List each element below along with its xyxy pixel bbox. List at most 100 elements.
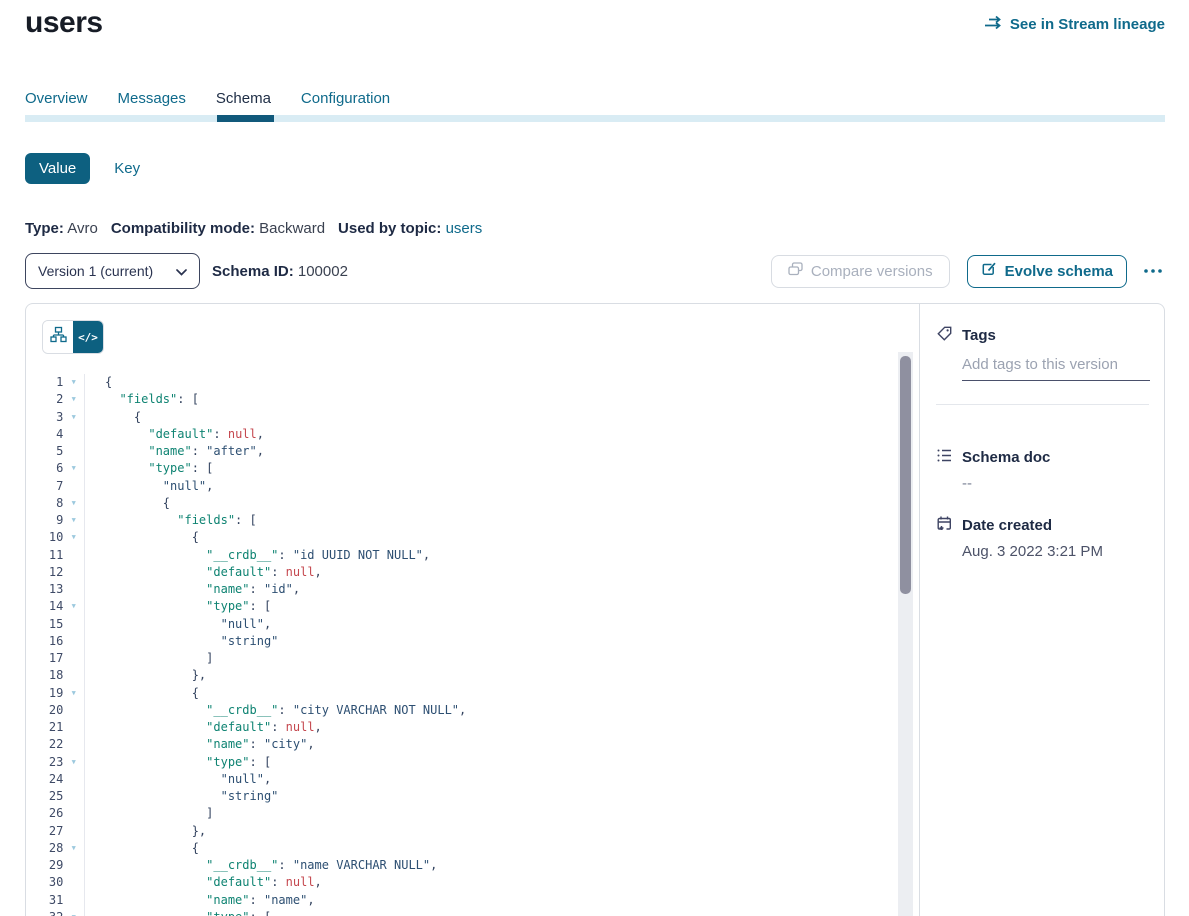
tab-configuration[interactable]: Configuration: [301, 90, 390, 107]
fold-spacer: [63, 874, 84, 891]
fold-toggle-icon[interactable]: ▼: [63, 374, 84, 391]
schema-doc-section-header: Schema doc: [936, 447, 1050, 468]
code-line: 28▼ {: [26, 840, 904, 857]
fold-spacer: [63, 547, 84, 564]
key-tab-link[interactable]: Key: [114, 160, 140, 177]
line-number: 3: [26, 409, 63, 426]
stream-lineage-label: See in Stream lineage: [1010, 16, 1165, 33]
line-number: 25: [26, 788, 63, 805]
value-tab-button[interactable]: Value: [25, 153, 90, 184]
code-line: 8▼ {: [26, 495, 904, 512]
schema-controls-row: Version 1 (current) Schema ID: 100002 Co…: [25, 253, 1165, 289]
stream-lineage-link[interactable]: See in Stream lineage: [984, 15, 1165, 34]
fold-toggle-icon[interactable]: ▼: [63, 409, 84, 426]
type-value: Avro: [67, 220, 98, 237]
code-text: {: [85, 409, 141, 426]
used-by-topic-link[interactable]: users: [446, 220, 483, 237]
gutter: 31: [26, 892, 85, 909]
fold-spacer: [63, 478, 84, 495]
code-text: "default": null,: [85, 719, 322, 736]
line-number: 26: [26, 805, 63, 822]
code-text: },: [85, 667, 206, 684]
fold-toggle-icon[interactable]: ▼: [63, 909, 84, 916]
more-options-button[interactable]: [1141, 268, 1165, 274]
code-text: "name": "id",: [85, 581, 300, 598]
code-text: "null",: [85, 771, 271, 788]
code-text: "__crdb__": "id UUID NOT NULL",: [85, 547, 430, 564]
fold-toggle-icon[interactable]: ▼: [63, 529, 84, 546]
fold-toggle-icon[interactable]: ▼: [63, 460, 84, 477]
fold-toggle-icon[interactable]: ▼: [63, 840, 84, 857]
schema-doc-value: --: [962, 475, 972, 492]
gutter: 27: [26, 823, 85, 840]
fold-toggle-icon[interactable]: ▼: [63, 512, 84, 529]
fold-toggle-icon[interactable]: ▼: [63, 598, 84, 615]
tree-view-button[interactable]: [43, 321, 73, 353]
gutter: 25: [26, 788, 85, 805]
gutter: 10▼: [26, 529, 85, 546]
code-scrollbar-track[interactable]: [898, 352, 913, 916]
code-line: 25 "string": [26, 788, 904, 805]
line-number: 20: [26, 702, 63, 719]
version-select-value: Version 1 (current): [38, 263, 153, 279]
tab-messages[interactable]: Messages: [118, 90, 186, 107]
gutter: 4: [26, 426, 85, 443]
version-select[interactable]: Version 1 (current): [25, 253, 200, 289]
code-line: 11 "__crdb__": "id UUID NOT NULL",: [26, 547, 904, 564]
code-line: 17 ]: [26, 650, 904, 667]
code-line: 30 "default": null,: [26, 874, 904, 891]
evolve-schema-button[interactable]: Evolve schema: [967, 255, 1127, 288]
gutter: 13: [26, 581, 85, 598]
tags-input[interactable]: [962, 352, 1150, 381]
code-line: 4 "default": null,: [26, 426, 904, 443]
line-number: 15: [26, 616, 63, 633]
code-line: 22 "name": "city",: [26, 736, 904, 753]
fold-spacer: [63, 857, 84, 874]
line-number: 10: [26, 529, 63, 546]
evolve-schema-label: Evolve schema: [1005, 263, 1113, 280]
code-text: "type": [: [85, 754, 271, 771]
gutter: 7: [26, 478, 85, 495]
compatibility-value: Backward: [259, 220, 325, 237]
code-line: 23▼ "type": [: [26, 754, 904, 771]
fold-spacer: [63, 443, 84, 460]
code-line: 10▼ {: [26, 529, 904, 546]
gutter: 28▼: [26, 840, 85, 857]
code-text: "null",: [85, 616, 271, 633]
schema-panel: </> 1▼{2▼ "fields": [3▼ {4 "default": nu…: [25, 303, 1165, 916]
line-number: 19: [26, 685, 63, 702]
gutter: 17: [26, 650, 85, 667]
code-line: 1▼{: [26, 374, 904, 391]
code-text: "name": "city",: [85, 736, 315, 753]
code-line: 13 "name": "id",: [26, 581, 904, 598]
fold-toggle-icon[interactable]: ▼: [63, 495, 84, 512]
code-text: ]: [85, 650, 213, 667]
fold-toggle-icon[interactable]: ▼: [63, 685, 84, 702]
line-number: 23: [26, 754, 63, 771]
compare-versions-button[interactable]: Compare versions: [771, 255, 950, 288]
code-text: "fields": [: [85, 512, 257, 529]
line-number: 12: [26, 564, 63, 581]
line-number: 4: [26, 426, 63, 443]
code-text: "type": [: [85, 909, 271, 916]
fold-spacer: [63, 650, 84, 667]
code-scrollbar-thumb[interactable]: [900, 356, 911, 594]
line-number: 11: [26, 547, 63, 564]
fold-spacer: [63, 788, 84, 805]
code-text: {: [85, 495, 170, 512]
tab-overview[interactable]: Overview: [25, 90, 88, 107]
line-number: 1: [26, 374, 63, 391]
edit-icon: [981, 261, 997, 281]
code-view-button[interactable]: </>: [73, 321, 103, 353]
fold-toggle-icon[interactable]: ▼: [63, 391, 84, 408]
fold-toggle-icon[interactable]: ▼: [63, 754, 84, 771]
line-number: 8: [26, 495, 63, 512]
code-line: 31 "name": "name",: [26, 892, 904, 909]
tags-section-header: Tags: [936, 325, 996, 346]
tab-schema[interactable]: Schema: [216, 90, 271, 107]
gutter: 24: [26, 771, 85, 788]
date-created-section-header: Date created: [936, 515, 1052, 536]
code-text: "default": null,: [85, 564, 322, 581]
tag-icon: [936, 325, 953, 346]
value-key-toggle: Value Key: [25, 153, 140, 184]
